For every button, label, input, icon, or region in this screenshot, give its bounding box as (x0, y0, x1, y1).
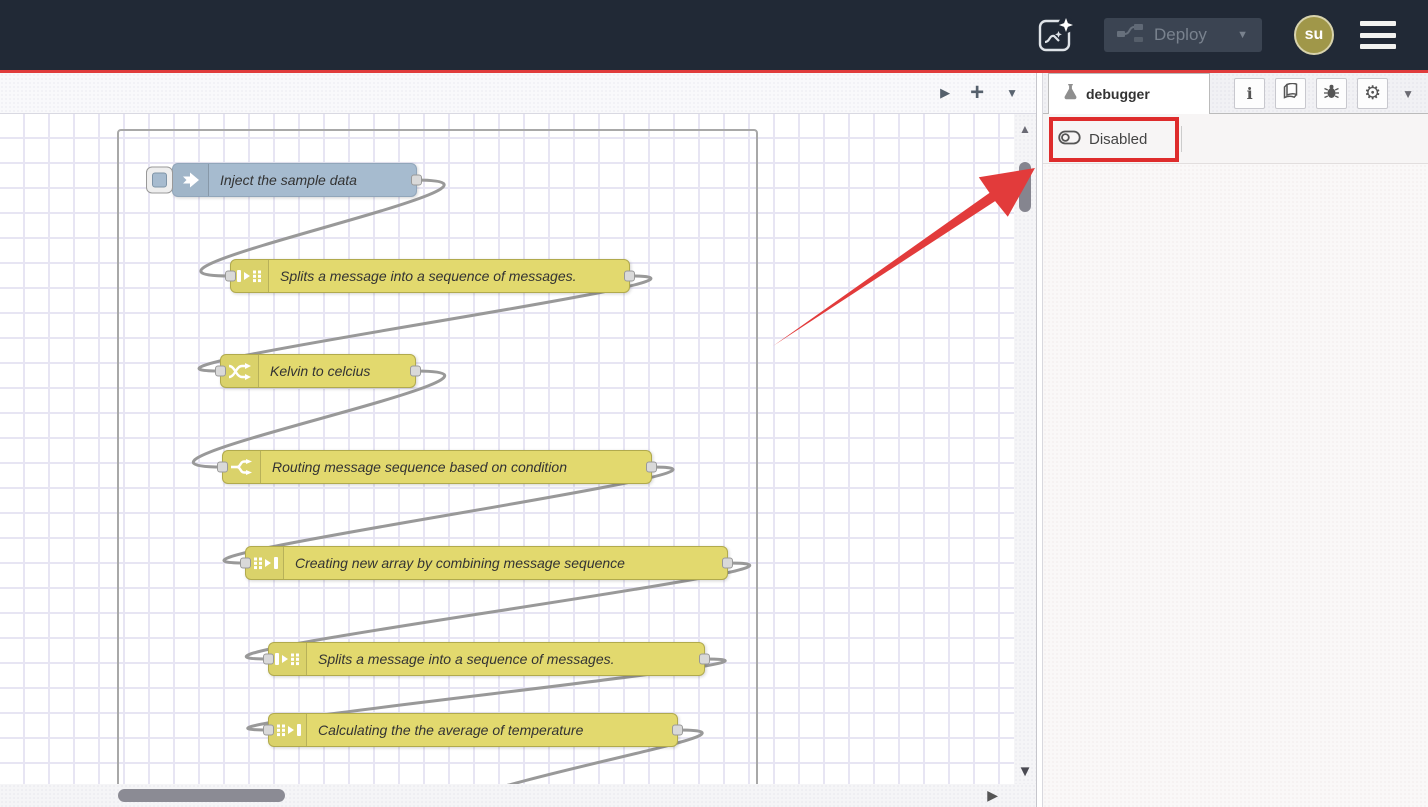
tab-debugger[interactable]: debugger (1048, 73, 1210, 114)
main-area: ▶ + ▼ (0, 73, 1428, 807)
output-port[interactable] (624, 271, 635, 282)
flow-node-split[interactable]: Splits a message into a sequence of mess… (230, 259, 630, 293)
toolbar-divider (1181, 126, 1182, 152)
node-label: Inject the sample data (209, 164, 357, 196)
flow-list-chevron-icon[interactable]: ▼ (1006, 86, 1018, 100)
scroll-tabs-right-icon[interactable]: ▶ (940, 85, 950, 101)
split-icon (269, 643, 307, 675)
flow-node-join[interactable]: Calculating the the average of temperatu… (268, 713, 678, 747)
disabled-label: Disabled (1089, 131, 1147, 148)
deploy-button[interactable]: Deploy ▼ (1104, 18, 1262, 52)
input-port[interactable] (240, 558, 251, 569)
input-port[interactable] (263, 725, 274, 736)
output-port[interactable] (672, 725, 683, 736)
help-book-button[interactable] (1275, 78, 1306, 109)
output-port[interactable] (411, 175, 422, 186)
output-port[interactable] (722, 558, 733, 569)
flow-node-join[interactable]: Creating new array by combining message … (245, 546, 728, 580)
book-icon (1282, 83, 1299, 104)
horizontal-scrollbar[interactable]: ▶ (0, 784, 1036, 807)
join-icon (246, 547, 284, 579)
debugger-panel-body (1043, 164, 1428, 807)
wires-layer (0, 114, 1036, 784)
shuffle-icon (221, 355, 259, 387)
flow-node-inject[interactable]: Inject the sample data (172, 163, 417, 197)
scroll-up-icon[interactable]: ▲ (1014, 122, 1036, 136)
vertical-scrollbar[interactable]: ▲ ▼ (1014, 114, 1036, 784)
input-port[interactable] (225, 271, 236, 282)
output-port[interactable] (646, 462, 657, 473)
horizontal-scrollbar-thumb[interactable] (118, 789, 285, 802)
debugger-toolbar: Disabled (1043, 114, 1428, 164)
chevron-down-icon[interactable]: ▼ (1402, 87, 1414, 101)
header-accent-line (0, 70, 1428, 73)
sidebar-tab-bar: debugger i (1043, 73, 1428, 114)
header: Deploy ▼ su (0, 0, 1428, 70)
debugger-disabled-toggle[interactable]: Disabled (1058, 124, 1147, 154)
output-port[interactable] (410, 366, 421, 377)
inject-trigger-button[interactable] (146, 167, 173, 194)
flow-node-change[interactable]: Kelvin to celcius (220, 354, 416, 388)
bug-icon (1323, 83, 1340, 105)
flow-canvas[interactable]: Inject the sample data Split (0, 114, 1036, 784)
scroll-down-icon[interactable]: ▼ (1014, 763, 1036, 780)
node-label: Calculating the the average of temperatu… (307, 714, 583, 746)
deploy-chevron-icon[interactable]: ▼ (1227, 29, 1262, 41)
input-port[interactable] (215, 366, 226, 377)
flow-node-switch[interactable]: Routing message sequence based on condit… (222, 450, 652, 484)
gear-icon: ⚙ (1364, 82, 1381, 105)
toggle-off-icon (1058, 130, 1081, 148)
deploy-label: Deploy (1154, 25, 1227, 45)
user-avatar[interactable]: su (1294, 15, 1334, 55)
ai-assistant-icon[interactable] (1036, 15, 1076, 55)
inject-arrow-icon (173, 164, 209, 196)
input-port[interactable] (217, 462, 228, 473)
flow-node-split[interactable]: Splits a message into a sequence of mess… (268, 642, 705, 676)
node-label: Routing message sequence based on condit… (261, 451, 567, 483)
tab-label: debugger (1086, 86, 1150, 102)
flask-icon (1063, 83, 1078, 105)
node-label: Creating new array by combining message … (284, 547, 625, 579)
input-port[interactable] (263, 654, 274, 665)
hamburger-menu-icon[interactable] (1360, 21, 1396, 49)
split-icon (231, 260, 269, 292)
info-button[interactable]: i (1234, 78, 1265, 109)
flow-tab-bar: ▶ + ▼ (0, 73, 1036, 114)
vertical-scrollbar-thumb[interactable] (1019, 162, 1031, 212)
scroll-right-icon[interactable]: ▶ (987, 787, 998, 804)
node-label: Splits a message into a sequence of mess… (269, 260, 577, 292)
node-red-editor: Deploy ▼ su ▶ + ▼ (0, 0, 1428, 807)
deploy-icon (1116, 23, 1144, 48)
info-icon: i (1247, 84, 1253, 103)
node-label: Splits a message into a sequence of mess… (307, 643, 615, 675)
branch-icon (223, 451, 261, 483)
join-icon (269, 714, 307, 746)
add-flow-icon[interactable]: + (970, 83, 984, 103)
sidebar-splitter[interactable] (1036, 73, 1043, 807)
settings-button[interactable]: ⚙ (1357, 78, 1388, 109)
workspace: ▶ + ▼ (0, 73, 1036, 807)
debug-bug-button[interactable] (1316, 78, 1347, 109)
sidebar: debugger i (1043, 73, 1428, 807)
node-label: Kelvin to celcius (259, 355, 370, 387)
output-port[interactable] (699, 654, 710, 665)
